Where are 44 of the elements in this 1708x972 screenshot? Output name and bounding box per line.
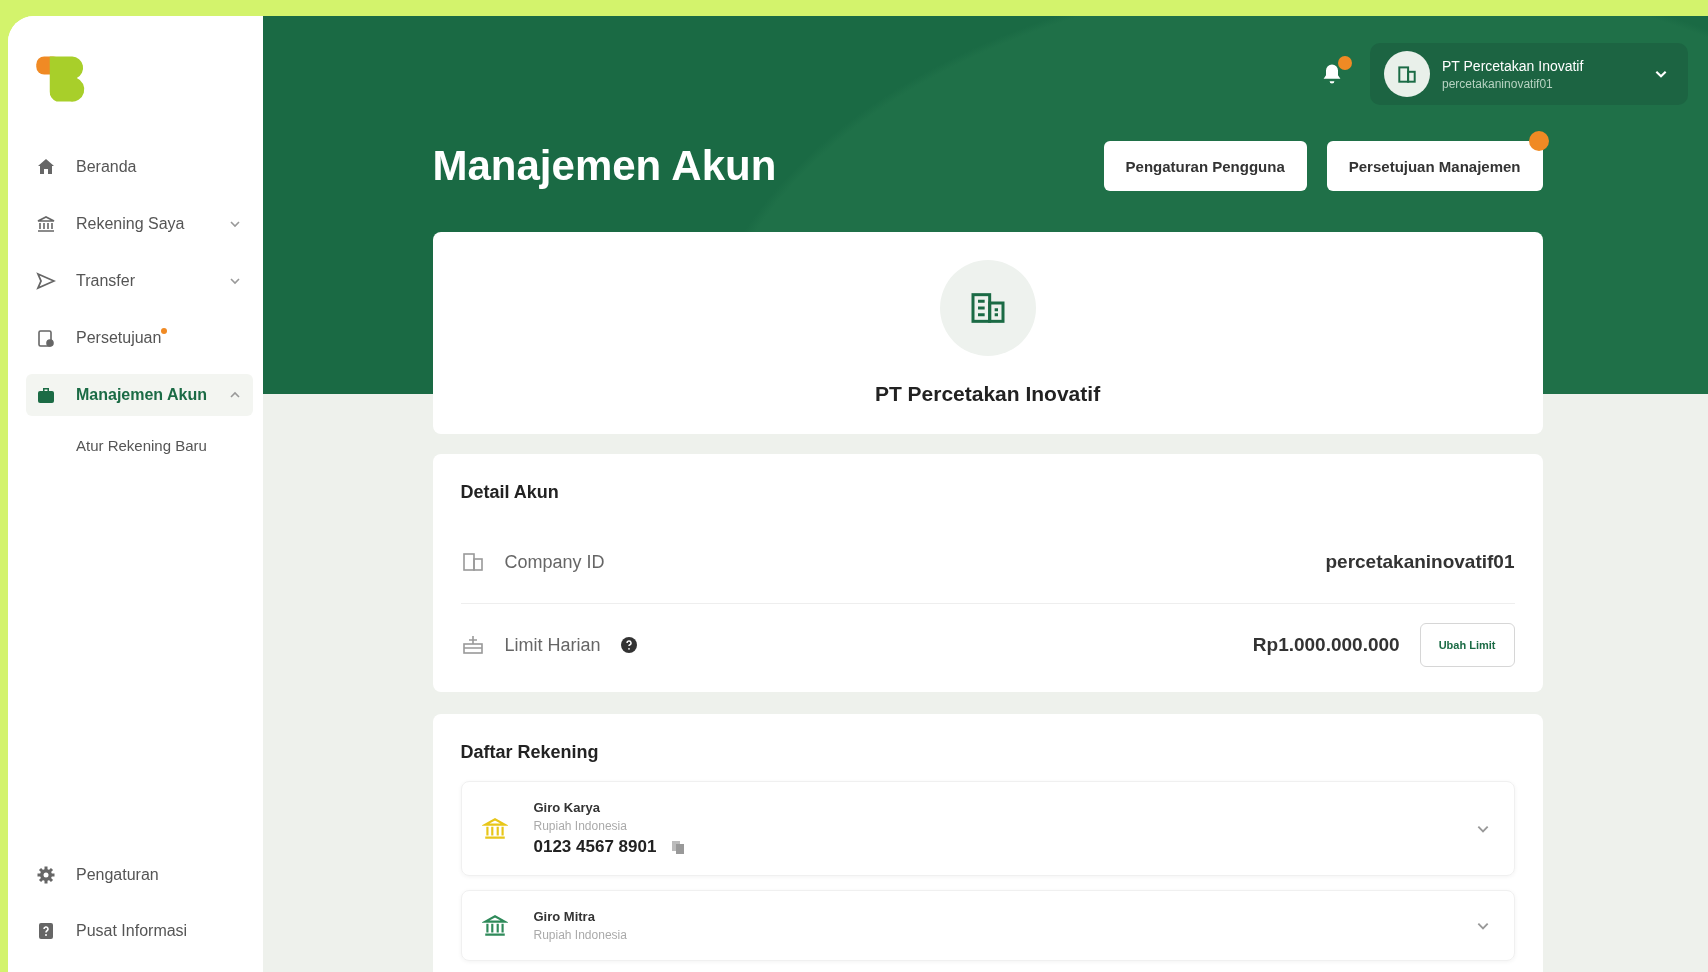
profile-menu[interactable]: PT Percetakan Inovatif percetakaninovatif01	[1370, 43, 1688, 105]
building-icon	[1396, 63, 1418, 85]
account-currency: Rupiah Indonesia	[533, 819, 628, 833]
header-button[interactable]: Persetujuan Manajemen	[1326, 141, 1543, 191]
nav-label[interactable]: Pengaturan	[76, 866, 159, 884]
sidebar-item[interactable]: Transfer	[26, 260, 253, 302]
header-button[interactable]: Pengaturan Pengguna	[1103, 141, 1307, 191]
account-name: Giro Mitra	[533, 909, 596, 924]
profile-name: PT Percetakan Inovatif	[1442, 57, 1585, 74]
cash-register-icon	[460, 633, 485, 657]
company-name: PT Percetakan Inovatif	[874, 382, 1101, 406]
sidebar-item[interactable]: Beranda	[26, 146, 253, 188]
section-title: Daftar Rekening	[460, 742, 600, 763]
sidebar-item[interactable]: Rekening Saya	[26, 203, 253, 245]
briefcase-icon	[36, 385, 56, 405]
nav-label: Beranda	[76, 158, 137, 176]
account-name: Giro Karya	[533, 800, 601, 815]
field-label: Company ID	[504, 551, 605, 573]
nav-label: Manajemen Akun	[76, 386, 207, 404]
nav-label[interactable]: Pusat Informasi	[76, 922, 188, 940]
section-title: Detail Akun	[460, 482, 560, 503]
home-icon	[36, 157, 56, 177]
submenu-item[interactable]: Atur Rekening Baru	[26, 431, 253, 461]
building-icon	[460, 550, 485, 574]
sidebar-item[interactable]: Persetujuan	[26, 317, 253, 359]
clipboard-icon	[36, 328, 56, 348]
send-icon	[36, 271, 56, 291]
account-item[interactable]: Giro Mitra Rupiah Indonesia	[460, 890, 1515, 961]
copy-icon[interactable]	[670, 839, 687, 855]
account-item[interactable]: Giro Karya Rupiah Indonesia 0123 4567 8901	[460, 781, 1515, 876]
bank-icon	[36, 214, 56, 234]
field-value: Rp1.000.000.000	[1252, 634, 1400, 656]
nav-label: Persetujuan	[76, 329, 162, 347]
profile-id: percetakaninovatif01	[1442, 76, 1554, 91]
field-label: Limit Harian	[504, 634, 601, 656]
edit-limit-button[interactable]: Ubah Limit	[1419, 623, 1515, 667]
nav-label: Transfer	[76, 272, 135, 290]
account-number: 0123 4567 8901	[533, 837, 657, 857]
field-value: percetakaninovatif01	[1325, 551, 1515, 573]
nav-label: Rekening Saya	[76, 215, 185, 233]
account-currency: Rupiah Indonesia	[533, 928, 627, 942]
help-icon	[36, 921, 56, 941]
page-title: Manajemen Akun	[432, 142, 777, 190]
sidebar-item[interactable]: Manajemen Akun	[26, 374, 253, 416]
